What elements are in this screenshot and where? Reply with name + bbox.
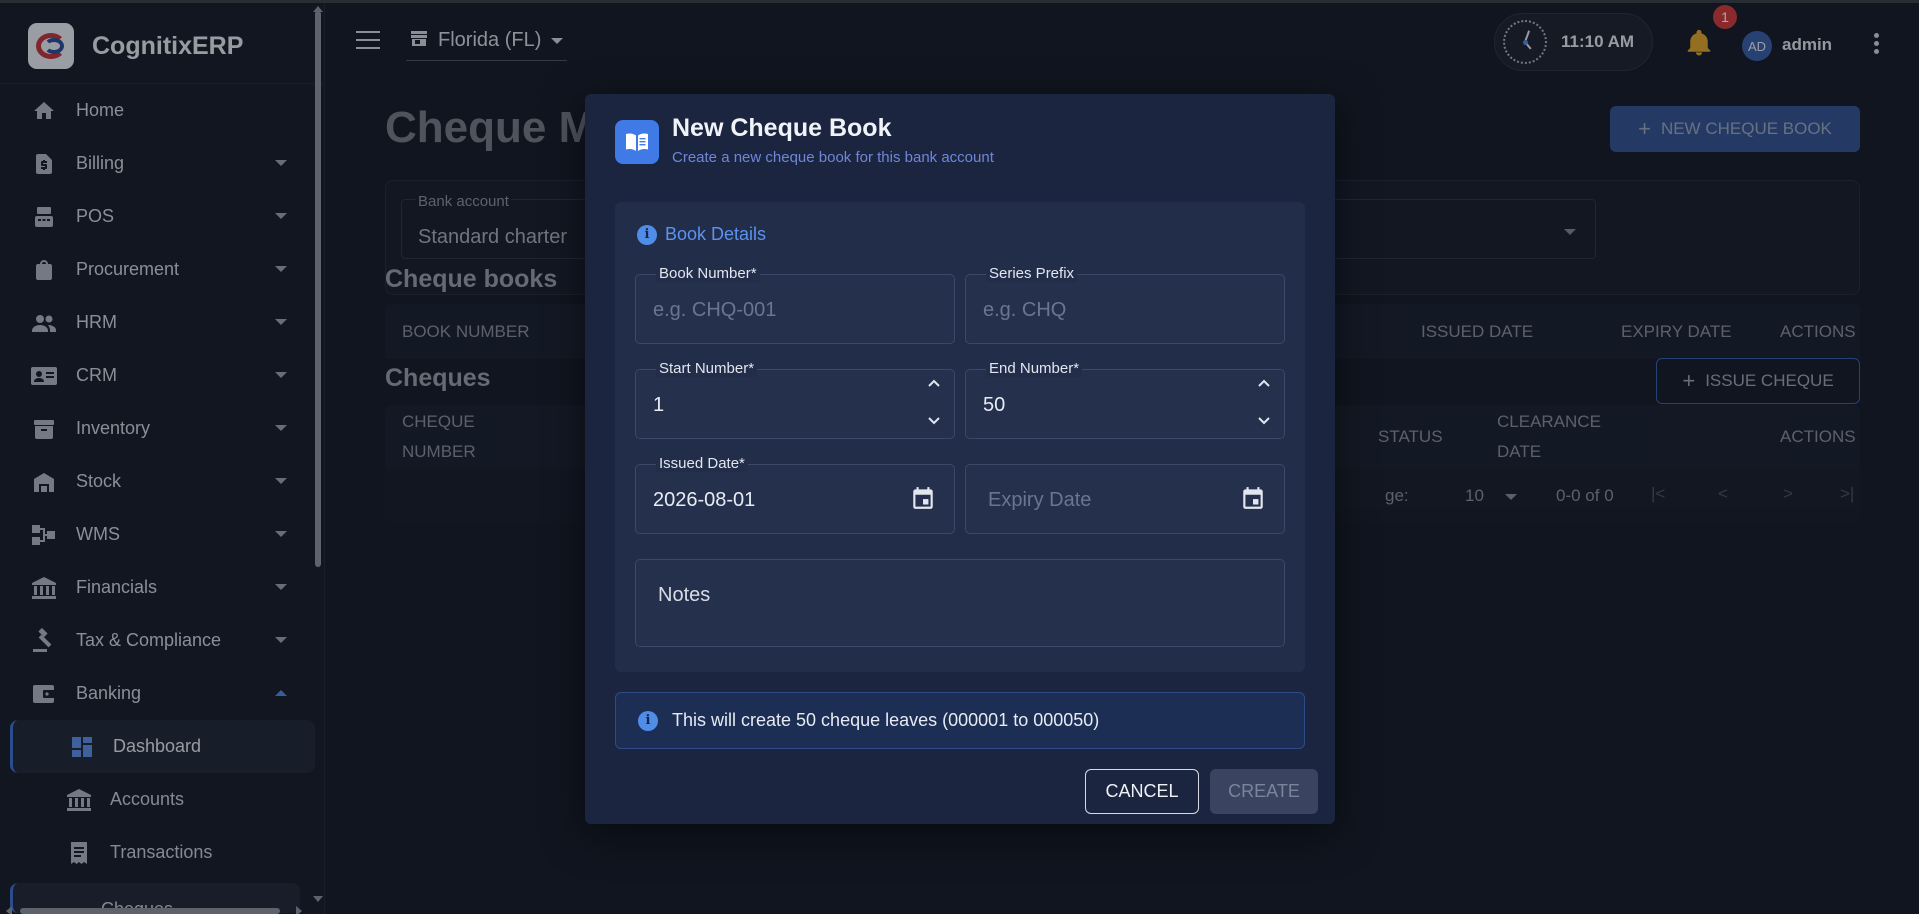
calendar-icon[interactable] <box>910 485 936 511</box>
notes-placeholder: Notes <box>658 584 711 606</box>
dialog-subtitle: Create a new cheque book for this bank a… <box>672 149 994 166</box>
decrement-icon[interactable] <box>926 412 942 428</box>
expiry-date-input[interactable] <box>988 485 1218 515</box>
info-banner-text: This will create 50 cheque leaves (00000… <box>672 710 1100 730</box>
book-number-label: Book Number* <box>656 265 760 282</box>
section-title: Book Details <box>665 224 767 244</box>
calendar-icon[interactable] <box>1240 485 1266 511</box>
expiry-date-field <box>965 464 1285 534</box>
issued-date-label: Issued Date* <box>656 455 748 472</box>
issued-date-input[interactable] <box>653 485 883 515</box>
start-number-field: Start Number* <box>635 360 955 439</box>
info-banner: i This will create 50 cheque leaves (000… <box>615 692 1305 749</box>
increment-icon[interactable] <box>1256 376 1272 392</box>
end-number-input[interactable] <box>983 390 1213 420</box>
series-prefix-label: Series Prefix <box>986 265 1078 282</box>
notes-field[interactable]: Notes <box>635 559 1285 647</box>
book-number-input[interactable] <box>653 295 883 325</box>
book-number-field: Book Number* <box>635 265 955 344</box>
decrement-icon[interactable] <box>1256 412 1272 428</box>
start-number-input[interactable] <box>653 390 883 420</box>
book-icon <box>615 120 659 164</box>
create-button[interactable]: CREATE <box>1210 769 1318 814</box>
issued-date-field: Issued Date* <box>635 455 955 534</box>
section-header: i Book Details <box>637 224 766 245</box>
end-number-field: End Number* <box>965 360 1285 439</box>
end-number-label: End Number* <box>986 360 1083 377</box>
book-details-section: i Book Details Book Number* Series Prefi… <box>615 202 1305 672</box>
series-prefix-field: Series Prefix <box>965 265 1285 344</box>
info-icon: i <box>637 224 657 245</box>
info-icon: i <box>638 710 658 731</box>
series-prefix-input[interactable] <box>983 295 1213 325</box>
dialog-title: New Cheque Book <box>672 114 892 142</box>
increment-icon[interactable] <box>926 376 942 392</box>
cancel-button[interactable]: CANCEL <box>1085 769 1199 814</box>
new-cheque-book-dialog: New Cheque Book Create a new cheque book… <box>585 94 1335 824</box>
start-number-label: Start Number* <box>656 360 758 377</box>
